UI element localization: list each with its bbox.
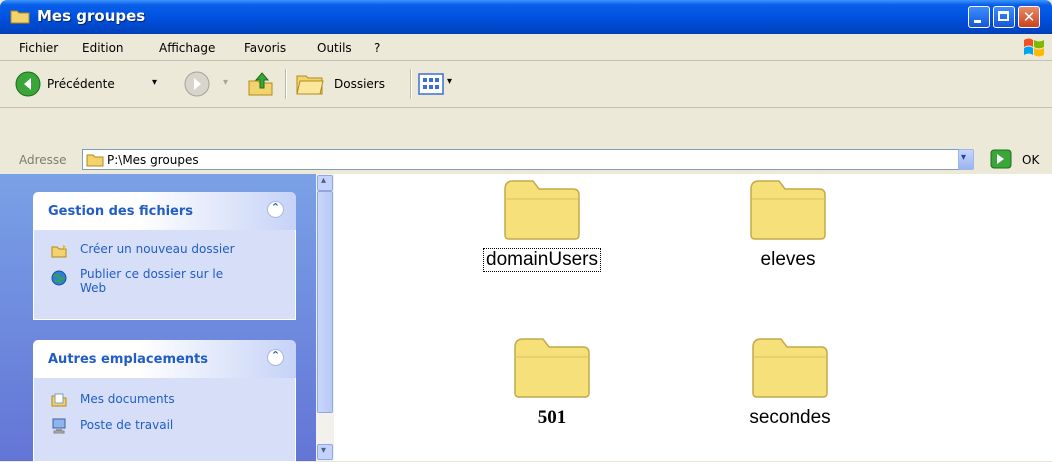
chevron-down-icon: ▾	[961, 152, 967, 163]
panel-title: Autres emplacements	[48, 352, 209, 367]
other-places-panel: Autres emplacements ⌃ Mes documents Post…	[33, 340, 296, 462]
folder-icon	[86, 154, 104, 167]
back-dropdown-icon[interactable]: ▾	[152, 77, 157, 88]
folder-name: domainUsers	[483, 248, 601, 272]
panel-header[interactable]: Autres emplacements ⌃	[33, 340, 296, 378]
close-button[interactable]: ✕	[1018, 6, 1040, 28]
folder-item[interactable]: domainUsers	[462, 179, 622, 272]
menu-affichage[interactable]: Affichage	[159, 41, 215, 55]
menu-outils[interactable]: Outils	[317, 41, 352, 55]
folder-name: secondes	[749, 407, 831, 428]
folder-icon	[514, 338, 590, 398]
task-link-my-computer[interactable]: Poste de travail	[80, 418, 173, 432]
task-link-publish-web[interactable]: Publier ce dossier sur le Web	[80, 267, 240, 295]
chevron-down-icon: ▾	[321, 445, 327, 456]
address-input[interactable]: P:\Mes groupes	[82, 149, 966, 170]
minimize-button[interactable]	[968, 6, 990, 28]
menu-edition[interactable]: Edition	[82, 41, 124, 55]
my-computer-icon	[52, 418, 66, 434]
windows-logo-icon	[1024, 38, 1044, 57]
title-bar: Mes groupes ✕	[0, 0, 1052, 34]
folder-item[interactable]: secondes	[710, 337, 870, 429]
task-link-my-documents[interactable]: Mes documents	[80, 392, 175, 406]
views-dropdown-icon: ▾	[447, 76, 453, 87]
task-pane: Gestion des fichiers ⌃ Créer un nouveau …	[0, 174, 316, 462]
go-button[interactable]: OK	[990, 149, 1046, 170]
menu-favoris[interactable]: Favoris	[244, 41, 286, 55]
address-label: Adresse	[19, 153, 67, 167]
up-folder-icon[interactable]	[246, 69, 276, 99]
menu-bar: Fichier Edition Affichage Favoris Outils…	[0, 34, 1052, 61]
collapse-button[interactable]: ⌃	[267, 349, 284, 366]
folders-button[interactable]: Dossiers	[295, 69, 405, 99]
back-arrow-icon	[15, 71, 41, 97]
panel-title: Gestion des fichiers	[48, 204, 194, 219]
panel-header[interactable]: Gestion des fichiers ⌃	[33, 192, 296, 230]
go-arrow-icon	[990, 149, 1012, 169]
address-path: P:\Mes groupes	[107, 153, 199, 167]
back-label: Précédente	[47, 77, 115, 91]
menu-fichier[interactable]: Fichier	[19, 41, 58, 55]
menu-help[interactable]: ?	[374, 41, 380, 55]
chevron-up-icon: ⌃	[270, 201, 281, 214]
task-pane-scrollbar[interactable]: ▴ ▾	[316, 174, 334, 461]
folder-item[interactable]: 501	[472, 337, 632, 429]
address-bar: Adresse P:\Mes groupes ▾ OK	[0, 146, 1052, 174]
folder-item[interactable]: eleves	[708, 179, 868, 271]
folder-icon	[504, 180, 580, 240]
file-tasks-panel: Gestion des fichiers ⌃ Créer un nouveau …	[33, 192, 296, 320]
folders-label: Dossiers	[334, 77, 385, 91]
folder-icon	[752, 338, 828, 398]
forward-dropdown-icon[interactable]: ▾	[223, 77, 228, 88]
chevron-up-icon: ▴	[321, 175, 327, 186]
folders-icon	[296, 75, 324, 95]
my-documents-icon	[51, 393, 67, 407]
toolbar: Précédente ▾ ▾ Dossiers ▾	[0, 61, 1052, 108]
folder-name: 501	[537, 407, 567, 428]
views-button[interactable]: ▾	[418, 70, 468, 98]
publish-web-icon	[51, 270, 67, 286]
folder-name: eleves	[760, 249, 816, 270]
maximize-button[interactable]	[993, 6, 1015, 28]
folder-icon	[10, 10, 30, 24]
scroll-down-button[interactable]: ▾	[317, 444, 333, 460]
forward-arrow-icon[interactable]	[183, 70, 211, 98]
folder-icon	[750, 180, 826, 240]
back-button[interactable]: Précédente ▾	[14, 69, 174, 99]
scroll-thumb[interactable]	[317, 191, 333, 413]
views-icon	[418, 73, 444, 95]
new-folder-icon	[51, 244, 67, 258]
go-label: OK	[1022, 153, 1040, 167]
close-icon: ✕	[1022, 8, 1036, 26]
window-title: Mes groupes	[37, 7, 146, 25]
scroll-up-button[interactable]: ▴	[317, 175, 333, 191]
address-dropdown-button[interactable]: ▾	[958, 149, 974, 170]
content-area: Gestion des fichiers ⌃ Créer un nouveau …	[0, 174, 1052, 462]
task-link-new-folder[interactable]: Créer un nouveau dossier	[80, 242, 280, 256]
panel-body: Créer un nouveau dossier Publier ce doss…	[33, 230, 296, 320]
collapse-button[interactable]: ⌃	[267, 201, 284, 218]
file-view: domainUsers eleves 501 secondes	[334, 174, 1052, 461]
panel-body: Mes documents Poste de travail	[33, 378, 296, 462]
chevron-up-icon: ⌃	[270, 349, 281, 362]
